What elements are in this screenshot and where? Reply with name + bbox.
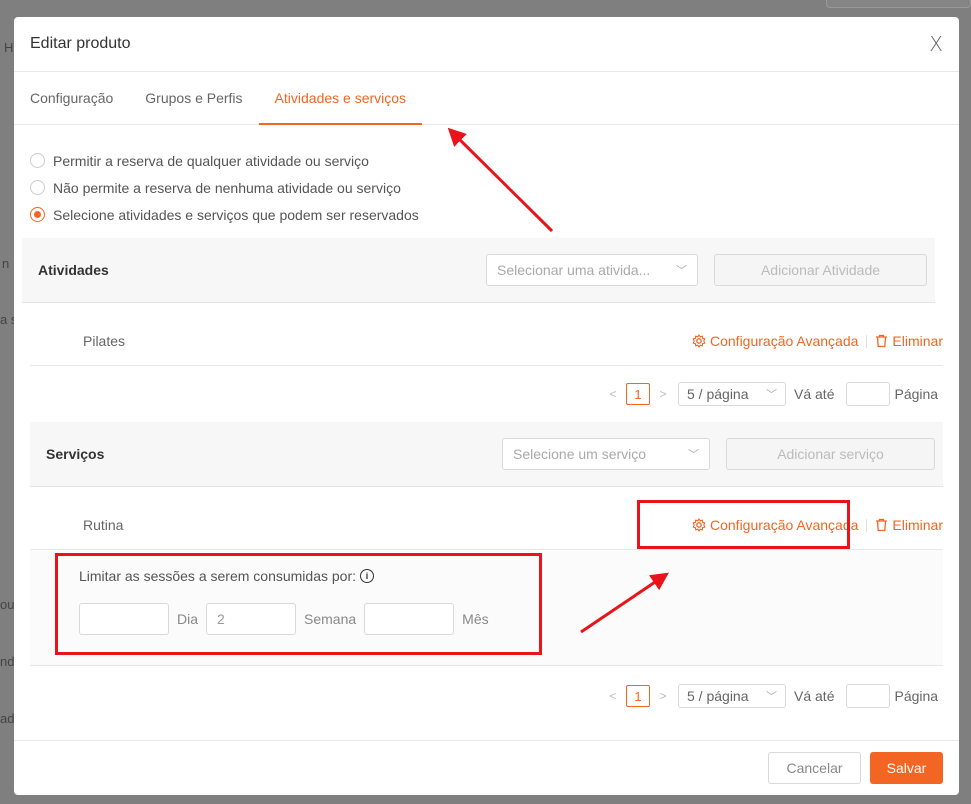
page-label: Página xyxy=(894,386,939,402)
cancel-button[interactable]: Cancelar xyxy=(768,752,861,784)
service-delete-link[interactable]: Eliminar xyxy=(875,517,943,533)
goto-label: Vá até xyxy=(794,688,835,704)
chevron-down-icon: ﹀ xyxy=(676,265,687,277)
page-number[interactable]: 1 xyxy=(626,685,650,707)
radio-allow-none[interactable]: Não permite a reserva de nenhuma ativida… xyxy=(30,174,959,201)
radio-button-checked[interactable] xyxy=(30,207,45,222)
chevron-down-icon: ﹀ xyxy=(766,691,777,703)
modal-footer: Cancelar Salvar xyxy=(14,740,959,795)
gear-icon xyxy=(692,334,706,348)
activities-header: Atividades Selecionar uma ativida... ﹀ A… xyxy=(22,238,935,303)
tab-configuracao[interactable]: Configuração xyxy=(14,72,129,124)
background-text: ou xyxy=(0,597,15,612)
advanced-config-label: Configuração Avançada xyxy=(710,333,859,349)
tab-bar: Configuração Grupos e Perfis Atividades … xyxy=(14,72,959,125)
service-select[interactable]: Selecione um serviço ﹀ xyxy=(502,438,710,470)
modal-title: Editar produto xyxy=(30,35,131,52)
activity-name: Pilates xyxy=(83,333,126,349)
goto-input[interactable] xyxy=(846,382,891,406)
radio-label: Permitir a reserva de qualquer atividade… xyxy=(53,152,369,169)
radio-label: Não permite a reserva de nenhuma ativida… xyxy=(53,179,401,196)
chevron-right-icon[interactable]: > xyxy=(656,387,670,401)
gear-icon xyxy=(692,518,706,532)
divider xyxy=(866,518,868,532)
page-number[interactable]: 1 xyxy=(626,383,650,405)
radio-label: Selecione atividades e serviços que pode… xyxy=(53,206,419,223)
background-text: n xyxy=(2,256,10,271)
week-limit-input[interactable]: 2 xyxy=(206,603,297,635)
tab-grupos-perfis[interactable]: Grupos e Perfis xyxy=(129,72,258,124)
divider xyxy=(866,334,868,348)
goto-input[interactable] xyxy=(846,684,891,708)
activity-delete-link[interactable]: Eliminar xyxy=(875,333,943,349)
activities-title: Atividades xyxy=(38,262,109,278)
session-limit-label: Limitar as sessões a serem consumidas po… xyxy=(79,568,374,584)
chevron-right-icon[interactable]: > xyxy=(656,689,670,703)
goto-label: Vá até xyxy=(794,386,835,402)
activities-pagination: < 1 > 5 / página ﹀ Vá até Página xyxy=(606,382,938,406)
reservation-options: Permitir a reserva de qualquer atividade… xyxy=(14,125,959,228)
service-select-placeholder: Selecione um serviço xyxy=(513,446,647,462)
session-limit-fields: Dia 2 Semana Mês xyxy=(79,603,497,635)
background-box xyxy=(826,0,971,8)
radio-allow-any[interactable]: Permitir a reserva de qualquer atividade… xyxy=(30,147,959,174)
advanced-config-label: Configuração Avançada xyxy=(710,517,859,533)
services-title: Serviços xyxy=(46,446,105,462)
page-size-select[interactable]: 5 / página ﹀ xyxy=(678,382,786,406)
week-unit: Semana xyxy=(304,611,357,627)
radio-button[interactable] xyxy=(30,180,45,195)
activity-select[interactable]: Selecionar uma ativida... ﹀ xyxy=(486,254,698,286)
info-icon[interactable]: i xyxy=(360,569,374,583)
chevron-left-icon[interactable]: < xyxy=(606,387,620,401)
chevron-down-icon: ﹀ xyxy=(688,449,699,461)
background-text: nd xyxy=(0,654,15,669)
tab-atividades-servicos[interactable]: Atividades e serviços xyxy=(258,72,423,125)
service-row: Rutina Configuração Avançada Eliminar xyxy=(30,501,943,550)
add-activity-button[interactable]: Adicionar Atividade xyxy=(714,254,927,286)
chevron-left-icon[interactable]: < xyxy=(606,689,620,703)
month-unit: Mês xyxy=(462,611,489,627)
month-limit-input[interactable] xyxy=(364,603,455,635)
chevron-down-icon: ﹀ xyxy=(766,389,777,401)
modal-header: Editar produto X xyxy=(14,17,959,72)
edit-product-modal: Editar produto X Configuração Grupos e P… xyxy=(14,17,959,795)
service-name: Rutina xyxy=(83,517,124,533)
activity-select-placeholder: Selecionar uma ativida... xyxy=(497,262,651,278)
session-limit-panel: Limitar as sessões a serem consumidas po… xyxy=(30,550,943,666)
services-pagination: < 1 > 5 / página ﹀ Vá até Página xyxy=(606,684,938,708)
background-text: H xyxy=(4,40,14,55)
session-limit-text: Limitar as sessões a serem consumidas po… xyxy=(79,568,356,584)
services-header: Serviços Selecione um serviço ﹀ Adiciona… xyxy=(30,422,943,487)
trash-icon xyxy=(876,334,888,348)
page-label: Página xyxy=(894,688,939,704)
day-unit: Dia xyxy=(177,611,199,627)
page-size-value: 5 / página xyxy=(687,688,749,704)
service-advanced-config-link[interactable]: Configuração Avançada xyxy=(692,517,858,533)
radio-button[interactable] xyxy=(30,153,45,168)
delete-label: Eliminar xyxy=(892,517,943,533)
activity-row: Pilates Configuração Avançada Eliminar xyxy=(30,317,943,366)
delete-label: Eliminar xyxy=(892,333,943,349)
page-size-select[interactable]: 5 / página ﹀ xyxy=(678,684,786,708)
day-limit-input[interactable] xyxy=(79,603,169,635)
add-service-button[interactable]: Adicionar serviço xyxy=(726,438,935,470)
trash-icon xyxy=(876,518,888,532)
save-button[interactable]: Salvar xyxy=(870,752,943,784)
page-size-value: 5 / página xyxy=(687,386,749,402)
radio-select-specific[interactable]: Selecione atividades e serviços que pode… xyxy=(30,201,959,228)
close-icon[interactable]: X xyxy=(929,32,943,56)
activity-advanced-config-link[interactable]: Configuração Avançada xyxy=(692,333,858,349)
